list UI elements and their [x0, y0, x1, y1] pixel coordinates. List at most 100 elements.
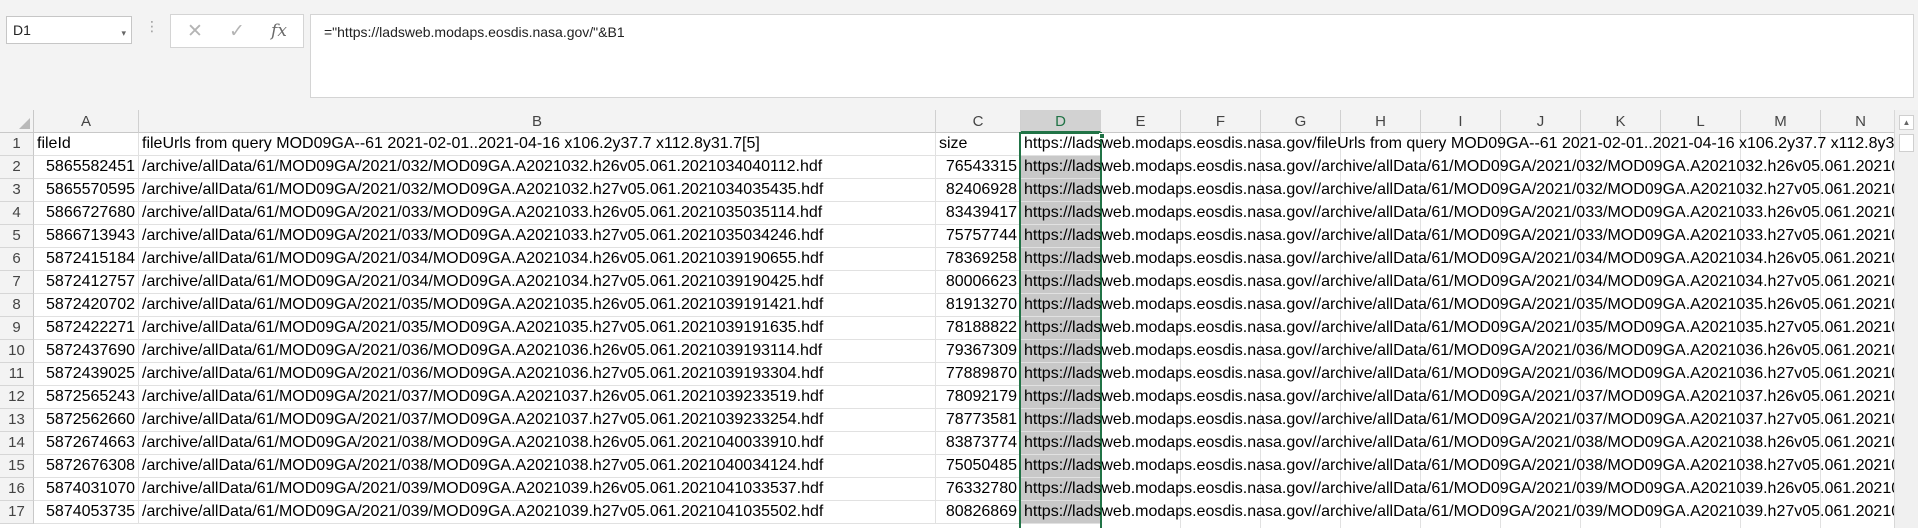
scroll-up-icon[interactable]: ▲ — [1899, 115, 1914, 130]
cell-c[interactable]: 77889870 — [936, 363, 1021, 386]
cell-d[interactable]: https://ladsweb.modaps.eosdis.nasa.gov//… — [1021, 248, 1894, 271]
row-header[interactable]: 7 — [0, 271, 34, 294]
column-header-j[interactable]: J — [1501, 110, 1581, 133]
row-header[interactable]: 11 — [0, 363, 34, 386]
formula-input[interactable]: ="https://ladsweb.modaps.eosdis.nasa.gov… — [310, 14, 1914, 98]
cell-d[interactable]: https://ladsweb.modaps.eosdis.nasa.gov//… — [1021, 271, 1894, 294]
row-header[interactable]: 6 — [0, 248, 34, 271]
cell-d[interactable]: https://ladsweb.modaps.eosdis.nasa.gov//… — [1021, 294, 1894, 317]
cell-d[interactable]: https://ladsweb.modaps.eosdis.nasa.gov//… — [1021, 386, 1894, 409]
cell-b[interactable]: /archive/allData/61/MOD09GA/2021/033/MOD… — [139, 202, 936, 225]
cell-c[interactable]: 83439417 — [936, 202, 1021, 225]
cell-c[interactable]: 78188822 — [936, 317, 1021, 340]
cell-c[interactable]: 76543315 — [936, 156, 1021, 179]
column-header-n[interactable]: N — [1821, 110, 1894, 133]
row-header[interactable]: 8 — [0, 294, 34, 317]
row-header[interactable]: 17 — [0, 501, 34, 524]
cell-c[interactable]: 80826869 — [936, 501, 1021, 524]
cell-b[interactable]: /archive/allData/61/MOD09GA/2021/035/MOD… — [139, 294, 936, 317]
row-header[interactable]: 14 — [0, 432, 34, 455]
row-header[interactable]: 4 — [0, 202, 34, 225]
cell-b[interactable]: /archive/allData/61/MOD09GA/2021/037/MOD… — [139, 386, 936, 409]
column-header-f[interactable]: F — [1181, 110, 1261, 133]
cell-a[interactable]: 5872415184 — [34, 248, 139, 271]
column-header-d[interactable]: D — [1021, 110, 1101, 133]
enter-icon[interactable]: ✓ — [217, 15, 257, 47]
row-header[interactable]: 13 — [0, 409, 34, 432]
cell-d[interactable]: https://ladsweb.modaps.eosdis.nasa.gov//… — [1021, 179, 1894, 202]
cell-d[interactable]: https://ladsweb.modaps.eosdis.nasa.gov//… — [1021, 478, 1894, 501]
row-header[interactable]: 2 — [0, 156, 34, 179]
insert-function-icon[interactable]: fx — [259, 15, 299, 47]
cell-c[interactable]: 83873774 — [936, 432, 1021, 455]
row-header[interactable]: 12 — [0, 386, 34, 409]
cell-a[interactable]: 5872439025 — [34, 363, 139, 386]
cell-c[interactable]: 76332780 — [936, 478, 1021, 501]
cell-c[interactable]: 81913270 — [936, 294, 1021, 317]
cell-b[interactable]: /archive/allData/61/MOD09GA/2021/034/MOD… — [139, 271, 936, 294]
cell-c[interactable]: 80006623 — [936, 271, 1021, 294]
row-header[interactable]: 5 — [0, 225, 34, 248]
cell-c[interactable]: 78369258 — [936, 248, 1021, 271]
cell-d[interactable]: https://ladsweb.modaps.eosdis.nasa.gov//… — [1021, 501, 1894, 524]
chevron-down-icon[interactable]: ▾ — [121, 25, 126, 41]
cell-d[interactable]: https://ladsweb.modaps.eosdis.nasa.gov//… — [1021, 432, 1894, 455]
column-header-l[interactable]: L — [1661, 110, 1741, 133]
column-header-c[interactable]: C — [936, 110, 1021, 133]
cell-a[interactable]: 5872565243 — [34, 386, 139, 409]
column-header-m[interactable]: M — [1741, 110, 1821, 133]
cell-a[interactable]: 5866713943 — [34, 225, 139, 248]
cell-d[interactable]: https://ladsweb.modaps.eosdis.nasa.gov/f… — [1021, 133, 1894, 156]
spreadsheet-grid[interactable]: ABCDEFGHIJKLMN 1 fileId fileUrls from quer… — [0, 110, 1894, 528]
name-box[interactable]: D1 ▾ — [6, 16, 132, 44]
cell-a[interactable]: 5872676308 — [34, 455, 139, 478]
column-header-g[interactable]: G — [1261, 110, 1341, 133]
cell-d[interactable]: https://ladsweb.modaps.eosdis.nasa.gov//… — [1021, 156, 1894, 179]
cell-c[interactable]: size — [936, 133, 1021, 156]
cell-b[interactable]: /archive/allData/61/MOD09GA/2021/036/MOD… — [139, 363, 936, 386]
cell-b[interactable]: /archive/allData/61/MOD09GA/2021/033/MOD… — [139, 225, 936, 248]
cell-a[interactable]: 5872562660 — [34, 409, 139, 432]
cell-c[interactable]: 75050485 — [936, 455, 1021, 478]
row-header[interactable]: 9 — [0, 317, 34, 340]
row-header[interactable]: 16 — [0, 478, 34, 501]
column-header-e[interactable]: E — [1101, 110, 1181, 133]
scroll-thumb[interactable] — [1899, 134, 1914, 152]
cell-b[interactable]: /archive/allData/61/MOD09GA/2021/039/MOD… — [139, 501, 936, 524]
cell-b[interactable]: /archive/allData/61/MOD09GA/2021/039/MOD… — [139, 478, 936, 501]
vertical-scrollbar[interactable]: ▲ — [1894, 110, 1918, 528]
cell-a[interactable]: 5865570595 — [34, 179, 139, 202]
cancel-icon[interactable]: ✕ — [175, 15, 215, 47]
column-header-a[interactable]: A — [34, 110, 139, 133]
cell-a[interactable]: 5872420702 — [34, 294, 139, 317]
cell-a[interactable]: 5865582451 — [34, 156, 139, 179]
column-header-b[interactable]: B — [139, 110, 936, 133]
select-all-button[interactable] — [0, 110, 34, 133]
cell-b[interactable]: /archive/allData/61/MOD09GA/2021/032/MOD… — [139, 156, 936, 179]
column-header-h[interactable]: H — [1341, 110, 1421, 133]
cell-c[interactable]: 78773581 — [936, 409, 1021, 432]
cell-d[interactable]: https://ladsweb.modaps.eosdis.nasa.gov//… — [1021, 340, 1894, 363]
cell-c[interactable]: 78092179 — [936, 386, 1021, 409]
cell-b[interactable]: /archive/allData/61/MOD09GA/2021/035/MOD… — [139, 317, 936, 340]
cell-d[interactable]: https://ladsweb.modaps.eosdis.nasa.gov//… — [1021, 363, 1894, 386]
cell-d[interactable]: https://ladsweb.modaps.eosdis.nasa.gov//… — [1021, 455, 1894, 478]
column-header-k[interactable]: K — [1581, 110, 1661, 133]
column-header-i[interactable]: I — [1421, 110, 1501, 133]
row-header[interactable]: 3 — [0, 179, 34, 202]
cell-a[interactable]: 5872422271 — [34, 317, 139, 340]
cell-b[interactable]: fileUrls from query MOD09GA--61 2021-02-… — [139, 133, 936, 156]
row-header[interactable]: 15 — [0, 455, 34, 478]
cell-a[interactable]: 5874053735 — [34, 501, 139, 524]
cell-a[interactable]: 5872674663 — [34, 432, 139, 455]
cell-d[interactable]: https://ladsweb.modaps.eosdis.nasa.gov//… — [1021, 225, 1894, 248]
cell-c[interactable]: 82406928 — [936, 179, 1021, 202]
row-header[interactable]: 1 — [0, 133, 34, 156]
cell-b[interactable]: /archive/allData/61/MOD09GA/2021/038/MOD… — [139, 455, 936, 478]
cell-a[interactable]: 5874031070 — [34, 478, 139, 501]
cell-a[interactable]: fileId — [34, 133, 139, 156]
row-header[interactable]: 10 — [0, 340, 34, 363]
cell-d[interactable]: https://ladsweb.modaps.eosdis.nasa.gov//… — [1021, 409, 1894, 432]
cell-b[interactable]: /archive/allData/61/MOD09GA/2021/038/MOD… — [139, 432, 936, 455]
cell-d[interactable]: https://ladsweb.modaps.eosdis.nasa.gov//… — [1021, 202, 1894, 225]
